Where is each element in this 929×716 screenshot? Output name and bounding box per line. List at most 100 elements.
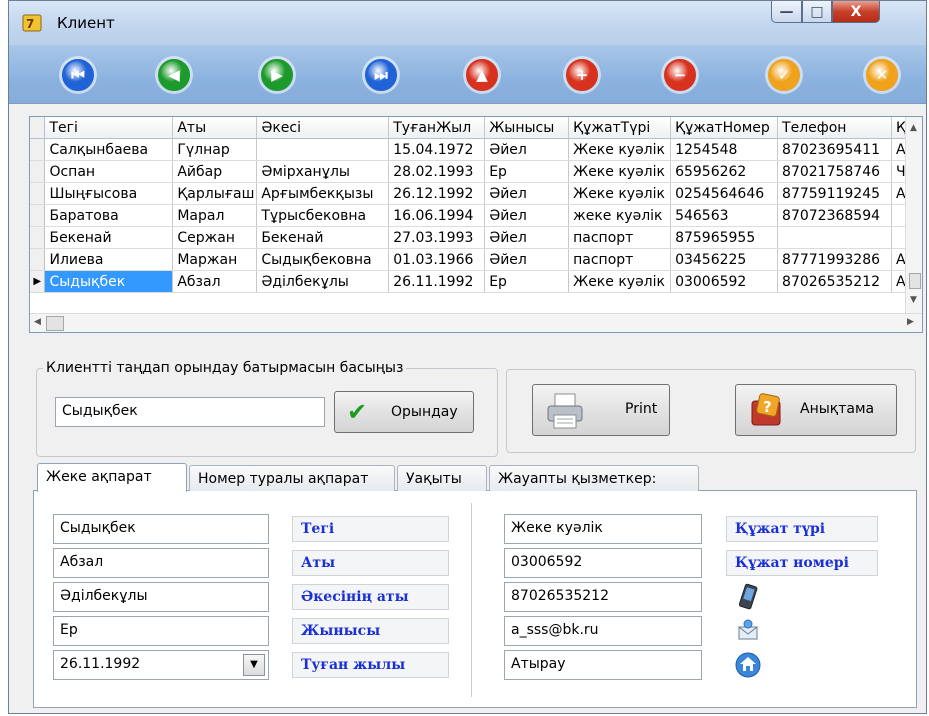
tab-number-info[interactable]: Номер туралы ақпарат [189, 465, 395, 491]
table-cell[interactable] [256, 138, 390, 161]
table-cell[interactable]: Әйел [484, 138, 570, 161]
surname-field[interactable]: Сыдықбек [53, 514, 269, 544]
email-field[interactable]: a_sss@bk.ru [504, 616, 702, 646]
up-button[interactable]: ▲ [466, 59, 498, 91]
scroll-up-icon[interactable]: ▲ [910, 123, 917, 133]
scroll-left-icon[interactable]: ◀ [34, 317, 41, 327]
table-cell[interactable]: Қарлығаш [172, 182, 258, 205]
clients-grid[interactable]: Тегі Аты Әкесі ТуғанЖыл Жынысы ҚұжатТүрі… [29, 116, 923, 333]
horizontal-scrollbar[interactable]: ◀ ▶ [30, 313, 922, 332]
city-field[interactable]: Атырау [504, 650, 702, 680]
table-row[interactable]: Бекенай Сержан Бекенай 27.03.1993 Әйел паспор… [30, 226, 922, 249]
table-cell[interactable]: 01.03.1966 [388, 248, 486, 271]
table-cell[interactable]: Бекенай [44, 226, 174, 249]
column-header[interactable]: Тегі [44, 117, 174, 139]
column-header[interactable]: ҚұжатНомер [670, 117, 779, 139]
column-header[interactable]: Әкесі [256, 117, 390, 139]
row-header[interactable] [30, 248, 46, 271]
table-cell[interactable]: Салқынбаева [44, 138, 174, 161]
table-cell[interactable]: 26.12.1992 [388, 182, 486, 205]
execute-button[interactable]: ✔ Орындау [334, 391, 474, 433]
column-header[interactable]: Телефон [777, 117, 892, 139]
last-record-button[interactable]: ⏭ [365, 59, 397, 91]
table-cell[interactable]: 1254548 [670, 138, 779, 161]
table-cell[interactable]: Әйел [484, 204, 570, 227]
next-record-button[interactable]: ▶ [261, 59, 293, 91]
name-field[interactable]: Абзал [53, 548, 269, 578]
minimize-button[interactable]: — [771, 1, 802, 23]
table-cell[interactable]: паспорт [568, 226, 672, 249]
table-cell[interactable]: Тұрысбековна [256, 204, 390, 227]
table-cell[interactable]: Ер [484, 160, 570, 183]
horizontal-scroll-thumb[interactable] [46, 316, 64, 331]
table-cell[interactable]: 87026535212 [777, 270, 892, 293]
table-cell[interactable]: Жеке куәлік [568, 270, 672, 293]
table-cell[interactable]: 0254564646 [670, 182, 779, 205]
delete-button[interactable]: − [664, 59, 696, 91]
table-cell[interactable]: Жеке куәлік [568, 182, 672, 205]
table-cell[interactable]: жеке куәлік [568, 204, 672, 227]
table-cell[interactable]: Сыдықбек [44, 270, 174, 293]
document-type-field[interactable]: Жеке куәлік [504, 514, 702, 544]
row-header[interactable] [30, 138, 46, 161]
vertical-scrollbar[interactable]: ▲ ▼ [905, 117, 922, 313]
table-cell[interactable]: Баратова [44, 204, 174, 227]
document-number-field[interactable]: 03006592 [504, 548, 702, 578]
column-header[interactable]: Жынысы [484, 117, 570, 139]
table-cell[interactable]: 87771993286 [777, 248, 892, 271]
table-cell[interactable]: Шыңғысова [44, 182, 174, 205]
table-cell[interactable]: 87021758746 [777, 160, 892, 183]
table-cell[interactable]: Жеке куәлік [568, 138, 672, 161]
table-cell[interactable]: 16.06.1994 [388, 204, 486, 227]
tab-responsible-employee[interactable]: Жауапты қызметкер: [489, 465, 699, 491]
column-header[interactable]: ҚұжатТүрі [568, 117, 672, 139]
table-cell[interactable]: 875965955 [670, 226, 779, 249]
maximize-button[interactable]: □ [802, 1, 832, 23]
table-row[interactable]: Баратова Марал Тұрысбековна 16.06.1994 Әйел ж… [30, 204, 922, 227]
table-cell[interactable]: 546563 [670, 204, 779, 227]
scroll-thumb[interactable] [909, 273, 921, 289]
table-cell[interactable]: Сыдықбековна [256, 248, 390, 271]
scroll-down-icon[interactable]: ▼ [910, 295, 917, 305]
add-button[interactable]: + [566, 59, 598, 91]
table-cell[interactable]: Марал [172, 204, 258, 227]
table-cell[interactable]: 03456225 [670, 248, 779, 271]
gender-field[interactable]: Ер [53, 616, 269, 646]
table-cell[interactable]: 03006592 [670, 270, 779, 293]
client-search-input[interactable]: Сыдықбек [55, 397, 325, 427]
title-bar[interactable]: 7 Клиент — □ X [9, 1, 926, 46]
table-cell[interactable]: 87759119245 [777, 182, 892, 205]
table-cell[interactable]: Әйел [484, 226, 570, 249]
table-cell[interactable]: Оспан [44, 160, 174, 183]
table-cell[interactable] [777, 226, 892, 249]
table-row[interactable]: Шыңғысова Қарлығаш Арғымбекқызы 26.12.1992 Ә… [30, 182, 922, 205]
apply-button[interactable]: ✓ [768, 59, 800, 91]
table-cell[interactable]: Айбар [172, 160, 258, 183]
tab-personal-info[interactable]: Жеке ақпарат [37, 463, 187, 492]
row-header[interactable] [30, 204, 46, 227]
patronymic-field[interactable]: Әділбекұлы [53, 582, 269, 612]
print-button[interactable]: Print [532, 384, 670, 436]
column-header[interactable]: ТуғанЖыл [388, 117, 486, 139]
row-header[interactable] [30, 226, 46, 249]
table-row[interactable]: Салқынбаева Гүлнар 15.04.1972 Әйел Жеке куәл… [30, 138, 922, 161]
birthdate-picker[interactable]: 26.11.1992 ▼ [53, 650, 269, 680]
table-cell[interactable]: Ер [484, 270, 570, 293]
table-cell[interactable]: 27.03.1993 [388, 226, 486, 249]
cancel-button[interactable]: ✕ [866, 59, 898, 91]
table-cell[interactable]: Илиева [44, 248, 174, 271]
close-button[interactable]: X [832, 1, 880, 23]
table-cell[interactable]: Маржан [172, 248, 258, 271]
table-cell[interactable]: Әділбекұлы [256, 270, 390, 293]
tab-time[interactable]: Уақыты [397, 465, 487, 491]
first-record-button[interactable]: ⏮ [62, 59, 94, 91]
scroll-right-icon[interactable]: ▶ [907, 317, 914, 327]
table-cell[interactable]: Әмірханұлы [256, 160, 390, 183]
table-cell[interactable]: Гүлнар [172, 138, 258, 161]
table-cell[interactable]: Абзал [172, 270, 258, 293]
dropdown-arrow-icon[interactable]: ▼ [243, 654, 265, 676]
row-header[interactable] [30, 160, 46, 183]
table-cell[interactable]: Бекенай [256, 226, 390, 249]
table-cell[interactable]: паспорт [568, 248, 672, 271]
table-cell[interactable]: 65956262 [670, 160, 779, 183]
